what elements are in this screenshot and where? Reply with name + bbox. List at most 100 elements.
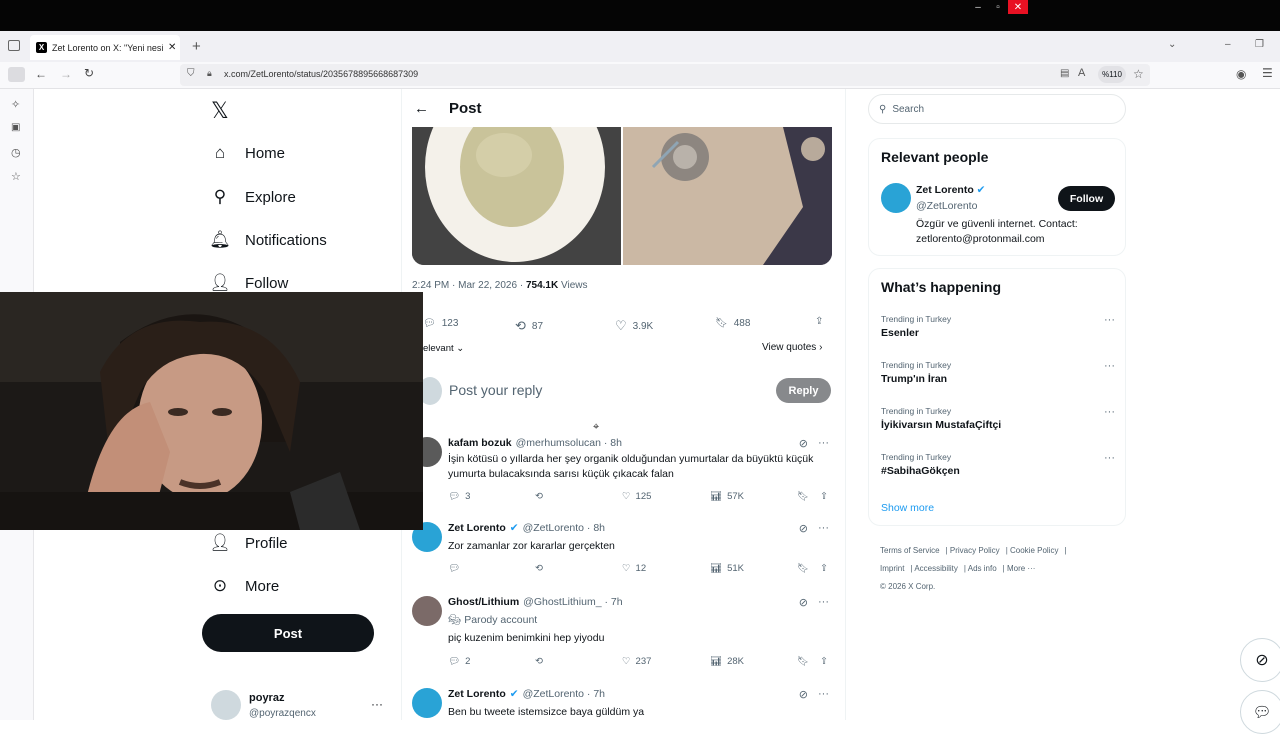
likes-stat[interactable]: ♡ 3.9K <box>615 318 653 334</box>
reply-item[interactable]: Zet Lorento ✔ @ZetLorento · 7h ⊘ ··· Ben … <box>412 688 837 720</box>
reply-share-icon[interactable]: ⇪ <box>820 563 828 574</box>
menu-icon[interactable]: ☰ <box>1262 66 1273 80</box>
reply-repost-action[interactable]: ⟲ <box>535 563 543 574</box>
more-icon[interactable]: ··· <box>818 596 829 609</box>
more-icon[interactable]: ··· <box>1104 360 1115 372</box>
nav-profile[interactable]: 👤︎ Profile <box>209 533 287 553</box>
maximize-icon[interactable]: ▫ <box>988 0 1008 14</box>
translate-icon[interactable]: A <box>1078 67 1085 79</box>
back-icon[interactable]: ← <box>35 67 47 81</box>
person-avatar[interactable] <box>881 183 911 213</box>
avatar[interactable] <box>412 596 442 626</box>
synced-tabs-icon[interactable]: ▣ <box>11 122 20 133</box>
grok-icon[interactable]: ⊘ <box>799 596 808 609</box>
trend-item[interactable]: Trending in Turkey #SabihaGökçen ··· <box>881 452 1117 477</box>
reply-item[interactable]: Zet Lorento ✔ @ZetLorento · 8h ⊘ ··· Zor … <box>412 522 837 587</box>
cookie-link[interactable]: Cookie Policy <box>1010 546 1058 555</box>
trend-item[interactable]: Trending in Turkey Esenler ··· <box>881 314 1117 339</box>
more-icon[interactable]: ··· <box>1104 406 1115 418</box>
forward-icon[interactable]: → <box>60 67 72 81</box>
more-icon[interactable]: ··· <box>1104 452 1115 464</box>
grok-icon[interactable]: ⊘ <box>799 522 808 535</box>
nav-notifications[interactable]: 🔔︎ Notifications <box>209 230 327 250</box>
reply-reply-action[interactable]: 💬︎ 3 <box>448 491 470 502</box>
grok-icon[interactable]: ⊘ <box>799 437 808 450</box>
search-input[interactable]: ⚲ Search <box>868 94 1126 124</box>
reply-views-action[interactable]: 📊︎ 28K <box>710 656 744 667</box>
post-button[interactable]: Post <box>202 614 374 652</box>
back-arrow-icon[interactable]: ← <box>414 100 429 117</box>
trend-item[interactable]: Trending in Turkey Trump'ın İran ··· <box>881 360 1117 385</box>
history-icon[interactable]: ◷ <box>11 146 21 159</box>
accessibility-link[interactable]: Accessibility <box>914 564 958 573</box>
more-icon[interactable]: ··· <box>1104 314 1115 326</box>
grok-floating-icon[interactable]: ⊘ <box>1240 638 1280 682</box>
avatar[interactable] <box>412 688 442 718</box>
reply-views-action[interactable]: 📊︎ 57K <box>710 491 744 502</box>
replies-stat[interactable]: 💬︎ 123 <box>423 318 458 329</box>
close-icon[interactable]: ✕ <box>1008 0 1028 14</box>
bookmarks-icon[interactable]: ☆ <box>11 170 21 183</box>
account-icon[interactable]: ◉ <box>1236 67 1246 81</box>
reply-item[interactable]: kafam bozuk @merhumsolucan · 8h ⊘ ··· İşi… <box>412 437 837 517</box>
reply-bookmark-icon[interactable]: 🔖︎ <box>797 491 809 502</box>
messages-floating-icon[interactable]: 💬︎ <box>1240 690 1280 734</box>
trend-item[interactable]: Trending in Turkey İyikivarsın MustafaÇi… <box>881 406 1117 431</box>
reader-view-icon[interactable]: ▤ <box>1060 68 1069 79</box>
reply-share-icon[interactable]: ⇪ <box>820 656 828 667</box>
nav-more[interactable]: ⊙ More <box>210 576 279 596</box>
reply-share-icon[interactable]: ⇪ <box>820 491 828 502</box>
reply-reply-action[interactable]: 💬︎ <box>448 563 460 574</box>
reply-like-action[interactable]: ♡ 12 <box>622 563 646 574</box>
footer-more-link[interactable]: More ··· <box>1007 564 1035 573</box>
show-more-link[interactable]: Show more <box>881 502 934 514</box>
sidebar-toggle-icon[interactable] <box>8 67 25 82</box>
ads-info-link[interactable]: Ads info <box>968 564 997 573</box>
reply-input[interactable]: Post your reply <box>449 382 542 398</box>
reply-bookmark-icon[interactable]: 🔖︎ <box>797 656 809 667</box>
reply-bookmark-icon[interactable]: 🔖︎ <box>797 563 809 574</box>
reply-author-name[interactable]: kafam bozuk <box>448 437 512 449</box>
more-icon[interactable]: ··· <box>818 437 829 450</box>
post-image-1[interactable] <box>412 127 621 265</box>
lock-icon[interactable]: 🔒︎ <box>207 68 212 79</box>
reply-item[interactable]: Ghost/Lithium @GhostLithium_ · 7h ⊘ ··· 🎭… <box>412 596 837 676</box>
zoom-level[interactable]: %110 <box>1098 66 1126 83</box>
terms-link[interactable]: Terms of Service <box>880 546 940 555</box>
new-tab-icon[interactable]: + <box>192 38 201 55</box>
browser-tab[interactable]: X Zet Lorento on X: "Yeni nesil ço ✕ <box>30 35 180 60</box>
reply-author-name[interactable]: Zet Lorento <box>448 522 506 534</box>
url-text[interactable]: x.com/ZetLorento/status/2035678895668687… <box>224 69 418 79</box>
tab-overview-icon[interactable] <box>8 40 20 51</box>
tab-list-chevron-icon[interactable]: ⌄ <box>1168 39 1176 50</box>
reply-author-name[interactable]: Zet Lorento <box>448 688 506 700</box>
reply-author-name[interactable]: Ghost/Lithium <box>448 596 519 608</box>
reposts-stat[interactable]: ⟲ 87 <box>515 318 543 334</box>
post-image-2[interactable] <box>623 127 832 265</box>
share-icon[interactable]: ⇪ <box>815 316 823 327</box>
reply-views-action[interactable]: 📊︎ 51K <box>710 563 744 574</box>
person-name-row[interactable]: Zet Lorento ✔ <box>916 184 985 196</box>
view-quotes-link[interactable]: View quotes › <box>762 342 822 353</box>
tab-close-icon[interactable]: ✕ <box>168 42 176 53</box>
reply-repost-action[interactable]: ⟲ <box>535 491 543 502</box>
nav-explore[interactable]: ⚲ Explore <box>210 187 296 207</box>
grok-icon[interactable]: ⊘ <box>799 688 808 701</box>
x-logo-icon[interactable]: 𝕏 <box>211 98 229 124</box>
minimize-icon[interactable]: – <box>968 0 988 14</box>
bookmark-star-icon[interactable]: ☆ <box>1133 67 1144 81</box>
nav-home[interactable]: ⌂ Home <box>210 143 285 163</box>
reload-icon[interactable]: ↻ <box>84 66 94 80</box>
reply-repost-action[interactable]: ⟲ <box>535 656 543 667</box>
privacy-link[interactable]: Privacy Policy <box>950 546 1000 555</box>
bookmarks-stat[interactable]: 🔖︎ 488 <box>715 318 750 329</box>
shield-icon[interactable]: ⛉ <box>187 68 195 79</box>
follow-button[interactable]: Follow <box>1058 186 1115 211</box>
ai-chat-icon[interactable]: ✧ <box>11 98 20 111</box>
reply-button[interactable]: Reply <box>776 378 831 403</box>
reply-like-action[interactable]: ♡ 237 <box>622 656 651 667</box>
account-more-icon[interactable]: ··· <box>371 697 383 711</box>
reply-sort-dropdown[interactable]: elevant ⌄ <box>423 343 464 354</box>
imprint-link[interactable]: Imprint <box>880 564 904 573</box>
reply-reply-action[interactable]: 💬︎ 2 <box>448 656 470 667</box>
